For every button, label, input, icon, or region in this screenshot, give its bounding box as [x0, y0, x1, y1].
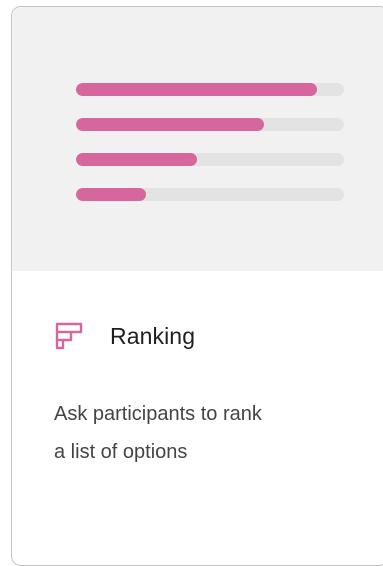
preview-bar-fill: [76, 118, 264, 131]
ranking-icon: [54, 321, 84, 351]
card-title: Ranking: [110, 322, 196, 349]
preview-bar-track: [76, 118, 344, 131]
preview-bar-track: [76, 153, 344, 166]
description-line: a list of options: [54, 441, 188, 463]
card-description: Ask participants to rank a list of optio…: [54, 395, 374, 471]
preview-bars: [76, 83, 344, 223]
card-header: Ranking: [54, 319, 195, 353]
ranking-card[interactable]: Ranking Ask participants to rank a list …: [11, 6, 383, 566]
preview-bar-fill: [76, 153, 197, 166]
preview-bar-track: [76, 188, 344, 201]
preview-bar-fill: [76, 83, 318, 96]
ranking-preview: [12, 7, 383, 271]
preview-bar-fill: [76, 188, 146, 201]
preview-bar-track: [76, 83, 344, 96]
description-line: Ask participants to rank: [54, 403, 262, 425]
